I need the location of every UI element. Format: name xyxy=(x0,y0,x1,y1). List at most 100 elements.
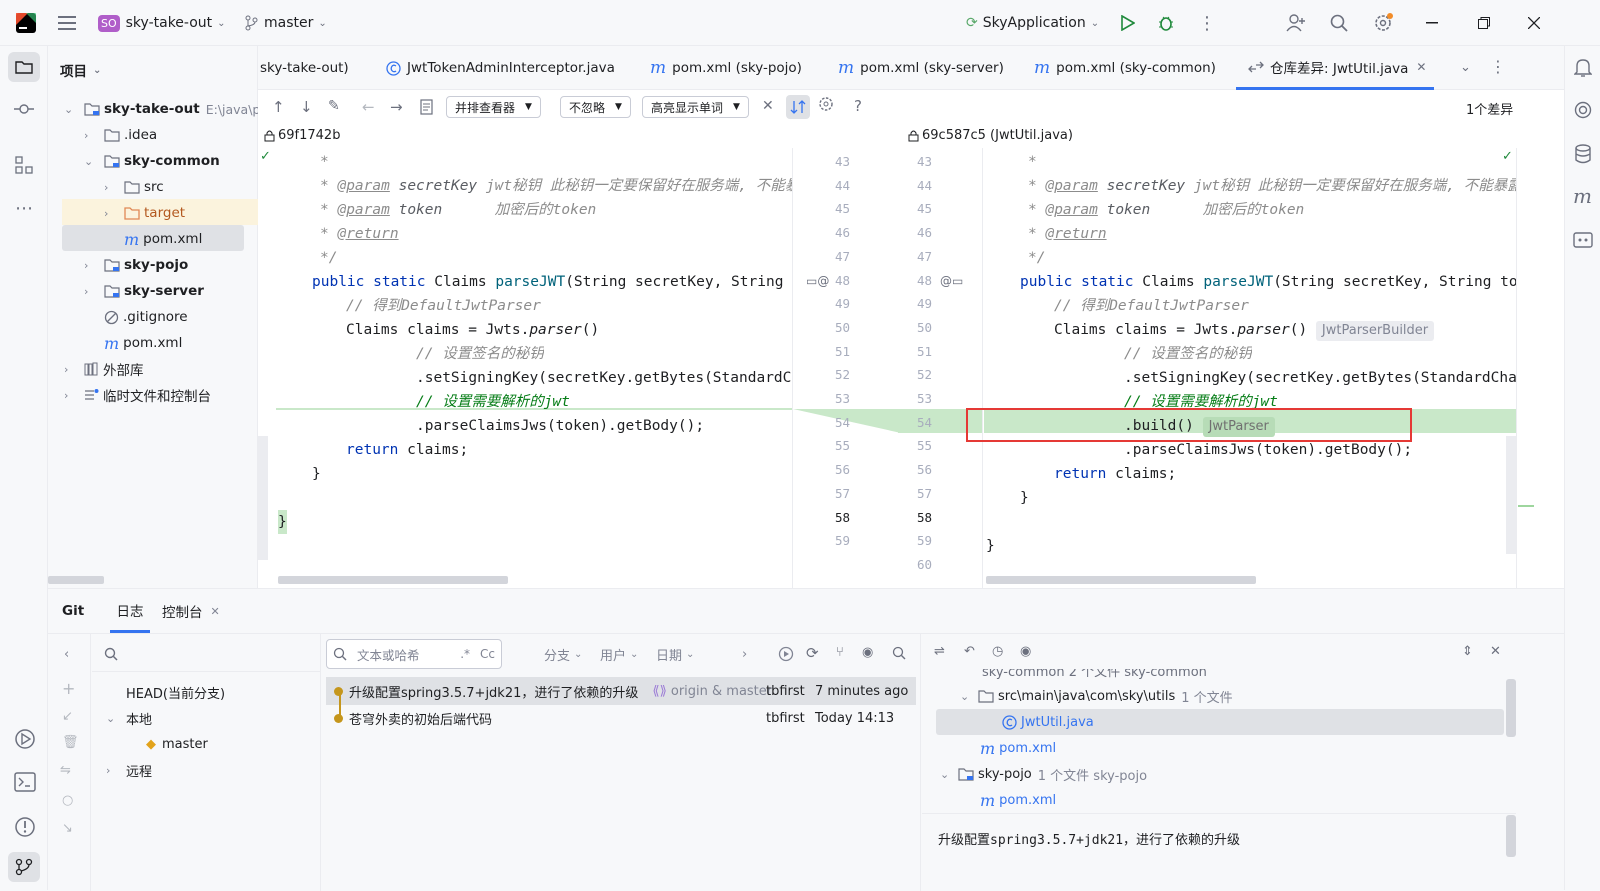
back-icon[interactable]: ← xyxy=(362,98,375,116)
left-code-pane[interactable]: * * @param secretKey jwt秘钥 此秘钥一定要保留好在服务端… xyxy=(276,148,792,588)
prev-diff-icon[interactable]: ↑ xyxy=(272,98,285,116)
restore-icon[interactable] xyxy=(1478,0,1490,46)
changes-pojo-module[interactable]: ⌄ sky-pojo 1 个文件 sky-pojo xyxy=(940,761,1147,787)
project-switcher[interactable]: SO sky-take-out ⌄ xyxy=(98,0,226,46)
graph-options-icon[interactable]: ⑂ xyxy=(836,645,844,660)
main-menu-icon[interactable] xyxy=(58,0,76,46)
debug-icon[interactable] xyxy=(1157,0,1175,46)
branch-group-local[interactable]: ⌄ 本地 xyxy=(106,705,152,731)
new-branch-icon[interactable]: + xyxy=(62,679,75,698)
left-code-hscrollbar[interactable] xyxy=(278,576,508,584)
detail-scrollbar[interactable] xyxy=(1506,815,1516,857)
tree-node-src[interactable]: › src xyxy=(104,174,164,200)
settings-icon[interactable] xyxy=(1373,0,1393,46)
commit-tool-icon[interactable] xyxy=(14,102,34,120)
refresh-icon[interactable]: ⟳ xyxy=(806,644,819,662)
tabs-more-icon[interactable]: ⋮ xyxy=(1490,57,1506,76)
preview-icon[interactable]: ◉ xyxy=(1020,644,1031,659)
tab-pom-pojo[interactable]: m pom.xml (sky-pojo) xyxy=(650,46,802,90)
document-icon[interactable] xyxy=(420,99,434,119)
collapse-panel-icon[interactable]: ‹ xyxy=(64,647,69,662)
tab-repo-diff[interactable]: 仓库差异: JwtUtil.java ✕ xyxy=(1236,46,1434,90)
tab-pom-common[interactable]: m pom.xml (sky-common) xyxy=(1034,46,1216,90)
add-user-icon[interactable] xyxy=(1286,0,1306,46)
changes-scrollbar[interactable] xyxy=(1506,679,1516,737)
tree-node-root[interactable]: ⌄ sky-take-out E:\java\prc xyxy=(64,96,272,122)
minimize-icon[interactable] xyxy=(1426,0,1438,46)
cherry-pick-icon[interactable] xyxy=(778,646,794,666)
tree-node-idea[interactable]: › .idea xyxy=(84,122,157,148)
log-search-input[interactable]: 文本或哈希 .* Cc xyxy=(326,639,502,669)
tab-log[interactable]: 日志 xyxy=(110,589,150,633)
tab-project-partial[interactable]: sky-take-out) xyxy=(260,46,349,90)
forward-icon[interactable]: → xyxy=(390,98,403,116)
tree-node-sky-server[interactable]: › sky-server xyxy=(84,278,204,304)
ai-assistant-icon[interactable] xyxy=(1574,101,1592,123)
gutter-icons-left[interactable]: ▭@ xyxy=(806,274,829,288)
services-tool-icon[interactable] xyxy=(14,728,36,754)
branch-master[interactable]: ◆ master xyxy=(146,731,208,757)
right-code-pane[interactable]: * * @param secretKey jwt秘钥 此秘钥一定要保留好在服务端… xyxy=(984,148,1516,588)
project-horizontal-scrollbar[interactable] xyxy=(48,576,104,584)
more-actions-icon[interactable]: ⋮ xyxy=(1198,0,1216,46)
view-options-icon[interactable]: ◉ xyxy=(862,645,873,660)
help-icon[interactable]: ? xyxy=(854,97,862,115)
terminal-tool-icon[interactable] xyxy=(14,772,36,796)
commit-row[interactable]: 苍穹外卖的初始后端代码 xyxy=(334,705,492,731)
database-icon[interactable] xyxy=(1575,144,1591,168)
search-icon[interactable] xyxy=(1330,0,1348,46)
tab-pom-server[interactable]: m pom.xml (sky-server) xyxy=(838,46,1004,90)
viewer-dropdown[interactable]: 并排查看器 ▼ xyxy=(446,96,541,118)
tree-node-common-pom[interactable]: m pom.xml xyxy=(124,226,202,252)
tree-node-root-pom[interactable]: m pom.xml xyxy=(104,330,182,356)
changes-file-jwtutil[interactable]: JwtUtil.java xyxy=(1002,709,1094,735)
close-tab-icon[interactable]: ✕ xyxy=(1416,60,1426,74)
tree-node-sky-common[interactable]: ⌄ sky-common xyxy=(84,148,220,174)
tree-node-sky-pojo[interactable]: › sky-pojo xyxy=(84,252,188,278)
filter-branch[interactable]: 分支 ⌄ xyxy=(544,641,582,667)
tree-node-gitignore[interactable]: .gitignore xyxy=(104,304,188,330)
update-icon[interactable]: ↙ xyxy=(62,709,73,724)
branch-search-icon[interactable] xyxy=(104,647,118,665)
right-code-hscrollbar[interactable] xyxy=(986,576,1256,584)
show-diff-icon[interactable]: ⇌ xyxy=(934,644,945,659)
next-diff-icon[interactable]: ↓ xyxy=(300,98,313,116)
commit-row[interactable]: 升级配置spring3.5.7+jdk21，进行了依赖的升级 ⟪⟫ origin… xyxy=(334,678,772,704)
problems-tool-icon[interactable] xyxy=(14,816,36,842)
branch-head[interactable]: HEAD(当前分支) xyxy=(126,679,225,705)
regex-icon[interactable]: .* xyxy=(460,647,470,661)
tabs-dropdown-icon[interactable]: ⌄ xyxy=(1460,60,1471,75)
collapse-all-icon[interactable]: ✕ xyxy=(1490,644,1501,659)
left-scroll-track[interactable] xyxy=(258,436,268,560)
changes-file-pojo-pom[interactable]: m pom.xml xyxy=(980,787,1056,813)
expand-all-icon[interactable]: ⇕ xyxy=(1462,644,1473,659)
tab-jwt-interceptor[interactable]: JwtTokenAdminInterceptor.java xyxy=(386,46,615,90)
more-filters-icon[interactable]: › xyxy=(742,641,747,667)
collapse-unchanged-icon[interactable]: ✕ xyxy=(762,98,774,114)
project-tool-folder-icon[interactable] xyxy=(8,52,40,82)
tree-node-scratches[interactable]: › 临时文件和控制台 xyxy=(64,382,211,408)
notifications-icon[interactable] xyxy=(1573,58,1593,82)
history-icon[interactable]: ◷ xyxy=(992,644,1003,659)
branch-group-remote[interactable]: › 远程 xyxy=(106,757,152,783)
highlight-dropdown[interactable]: 高亮显示单词 ▼ xyxy=(642,96,749,118)
filter-user[interactable]: 用户 ⌄ xyxy=(600,641,638,667)
match-case-icon[interactable]: Cc xyxy=(480,647,495,661)
tree-node-external-libs[interactable]: › 外部库 xyxy=(64,356,144,382)
filter-date[interactable]: 日期 ⌄ xyxy=(656,641,694,667)
maven-icon[interactable]: m xyxy=(1573,184,1592,208)
git-tool-icon[interactable] xyxy=(8,852,40,882)
changes-file-common-pom[interactable]: m pom.xml xyxy=(980,735,1056,761)
run-config-selector[interactable]: ⟳ SkyApplication ⌄ xyxy=(966,0,1099,46)
edit-icon[interactable]: ✎ xyxy=(328,98,340,114)
endpoints-icon[interactable] xyxy=(1573,232,1593,252)
changes-utils-dir[interactable]: ⌄ src\main\java\com\sky\utils 1 个文件 xyxy=(960,683,1233,709)
ignore-dropdown[interactable]: 不忽略 ▼ xyxy=(560,96,631,118)
expand-icon[interactable]: ↘ xyxy=(62,821,73,836)
revert-icon[interactable]: ↶ xyxy=(964,644,975,659)
more-tools-icon[interactable]: ⋯ xyxy=(15,198,33,219)
structure-tool-icon[interactable] xyxy=(15,156,33,178)
tab-console[interactable]: 控制台 ✕ xyxy=(162,589,220,633)
run-icon[interactable] xyxy=(1121,0,1135,46)
intellij-logo-icon[interactable] xyxy=(16,0,36,46)
